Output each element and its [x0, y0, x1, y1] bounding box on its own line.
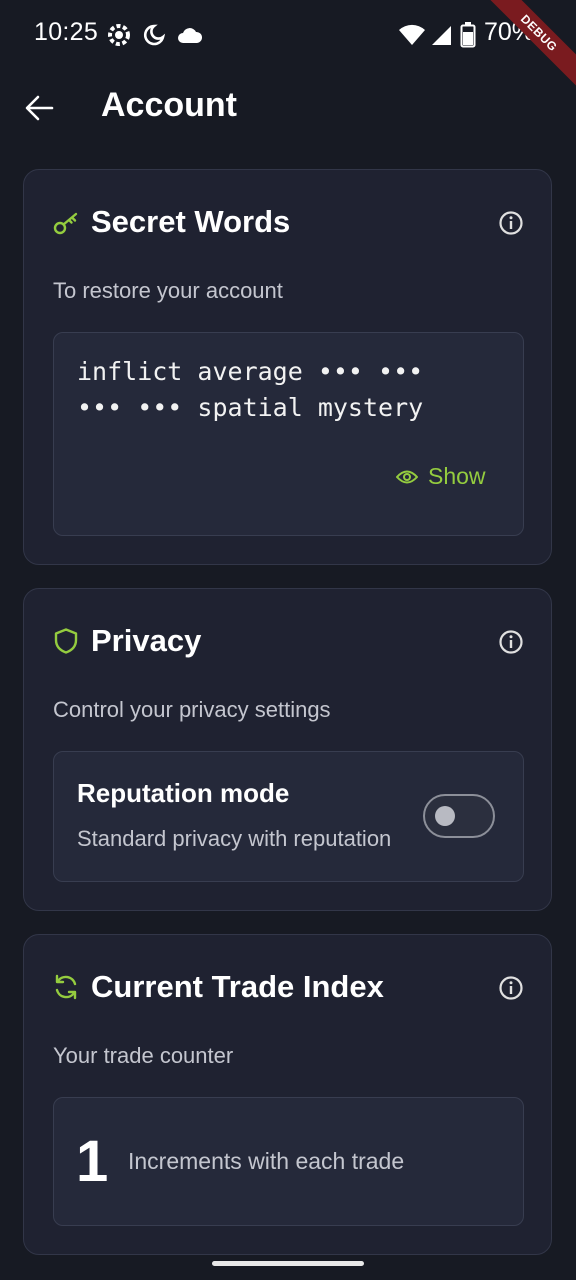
trade-index-subtitle: Your trade counter: [53, 1043, 234, 1068]
reputation-mode-title: Reputation mode: [77, 778, 290, 808]
info-icon[interactable]: [498, 975, 524, 1001]
shield-icon: [54, 628, 78, 654]
privacy-title: Privacy: [91, 623, 202, 658]
reputation-mode-toggle[interactable]: [423, 794, 495, 838]
trade-index-box: 1 Increments with each trade: [53, 1097, 524, 1226]
wifi-icon: [399, 24, 425, 45]
trade-index-description: Increments with each trade: [128, 1148, 405, 1174]
info-icon[interactable]: [498, 629, 524, 655]
seed-phrase-box: inflict average ••• ••• ••• ••• spatial …: [53, 332, 524, 536]
eye-icon: [396, 470, 418, 483]
back-button[interactable]: [22, 86, 58, 130]
seed-phrase-line: ••• ••• spatial mystery: [77, 393, 424, 422]
settings-gear-icon: [108, 24, 130, 46]
reputation-mode-row: Reputation mode Standard privacy with re…: [53, 751, 524, 882]
secret-words-title: Secret Words: [91, 204, 291, 239]
cellular-signal-icon: [432, 26, 451, 45]
reputation-mode-description: Standard privacy with reputation: [77, 826, 392, 851]
page-title: Account: [101, 86, 237, 124]
key-icon: [53, 212, 78, 235]
show-seed-button[interactable]: Show: [396, 463, 486, 490]
trade-index-title: Current Trade Index: [91, 969, 384, 1004]
seed-phrase-line: inflict average ••• •••: [77, 357, 424, 386]
trade-index-card: Current Trade Index Your trade counter 1…: [23, 934, 552, 1255]
cloud-icon: [178, 28, 203, 43]
secret-words-card: Secret Words To restore your account inf…: [23, 169, 552, 565]
show-label: Show: [428, 463, 486, 489]
trade-index-value: 1: [76, 1129, 109, 1194]
refresh-icon: [55, 974, 77, 1000]
battery-icon: [460, 22, 476, 48]
privacy-subtitle: Control your privacy settings: [53, 697, 331, 722]
privacy-card: Privacy Control your privacy settings Re…: [23, 588, 552, 911]
gesture-navigation-handle[interactable]: [212, 1261, 364, 1266]
arrow-left-icon: [25, 95, 54, 121]
status-time: 10:25: [34, 18, 99, 46]
toggle-knob: [435, 806, 455, 826]
do-not-disturb-moon-icon: [143, 24, 166, 46]
info-icon[interactable]: [498, 210, 524, 236]
secret-words-subtitle: To restore your account: [53, 278, 283, 303]
